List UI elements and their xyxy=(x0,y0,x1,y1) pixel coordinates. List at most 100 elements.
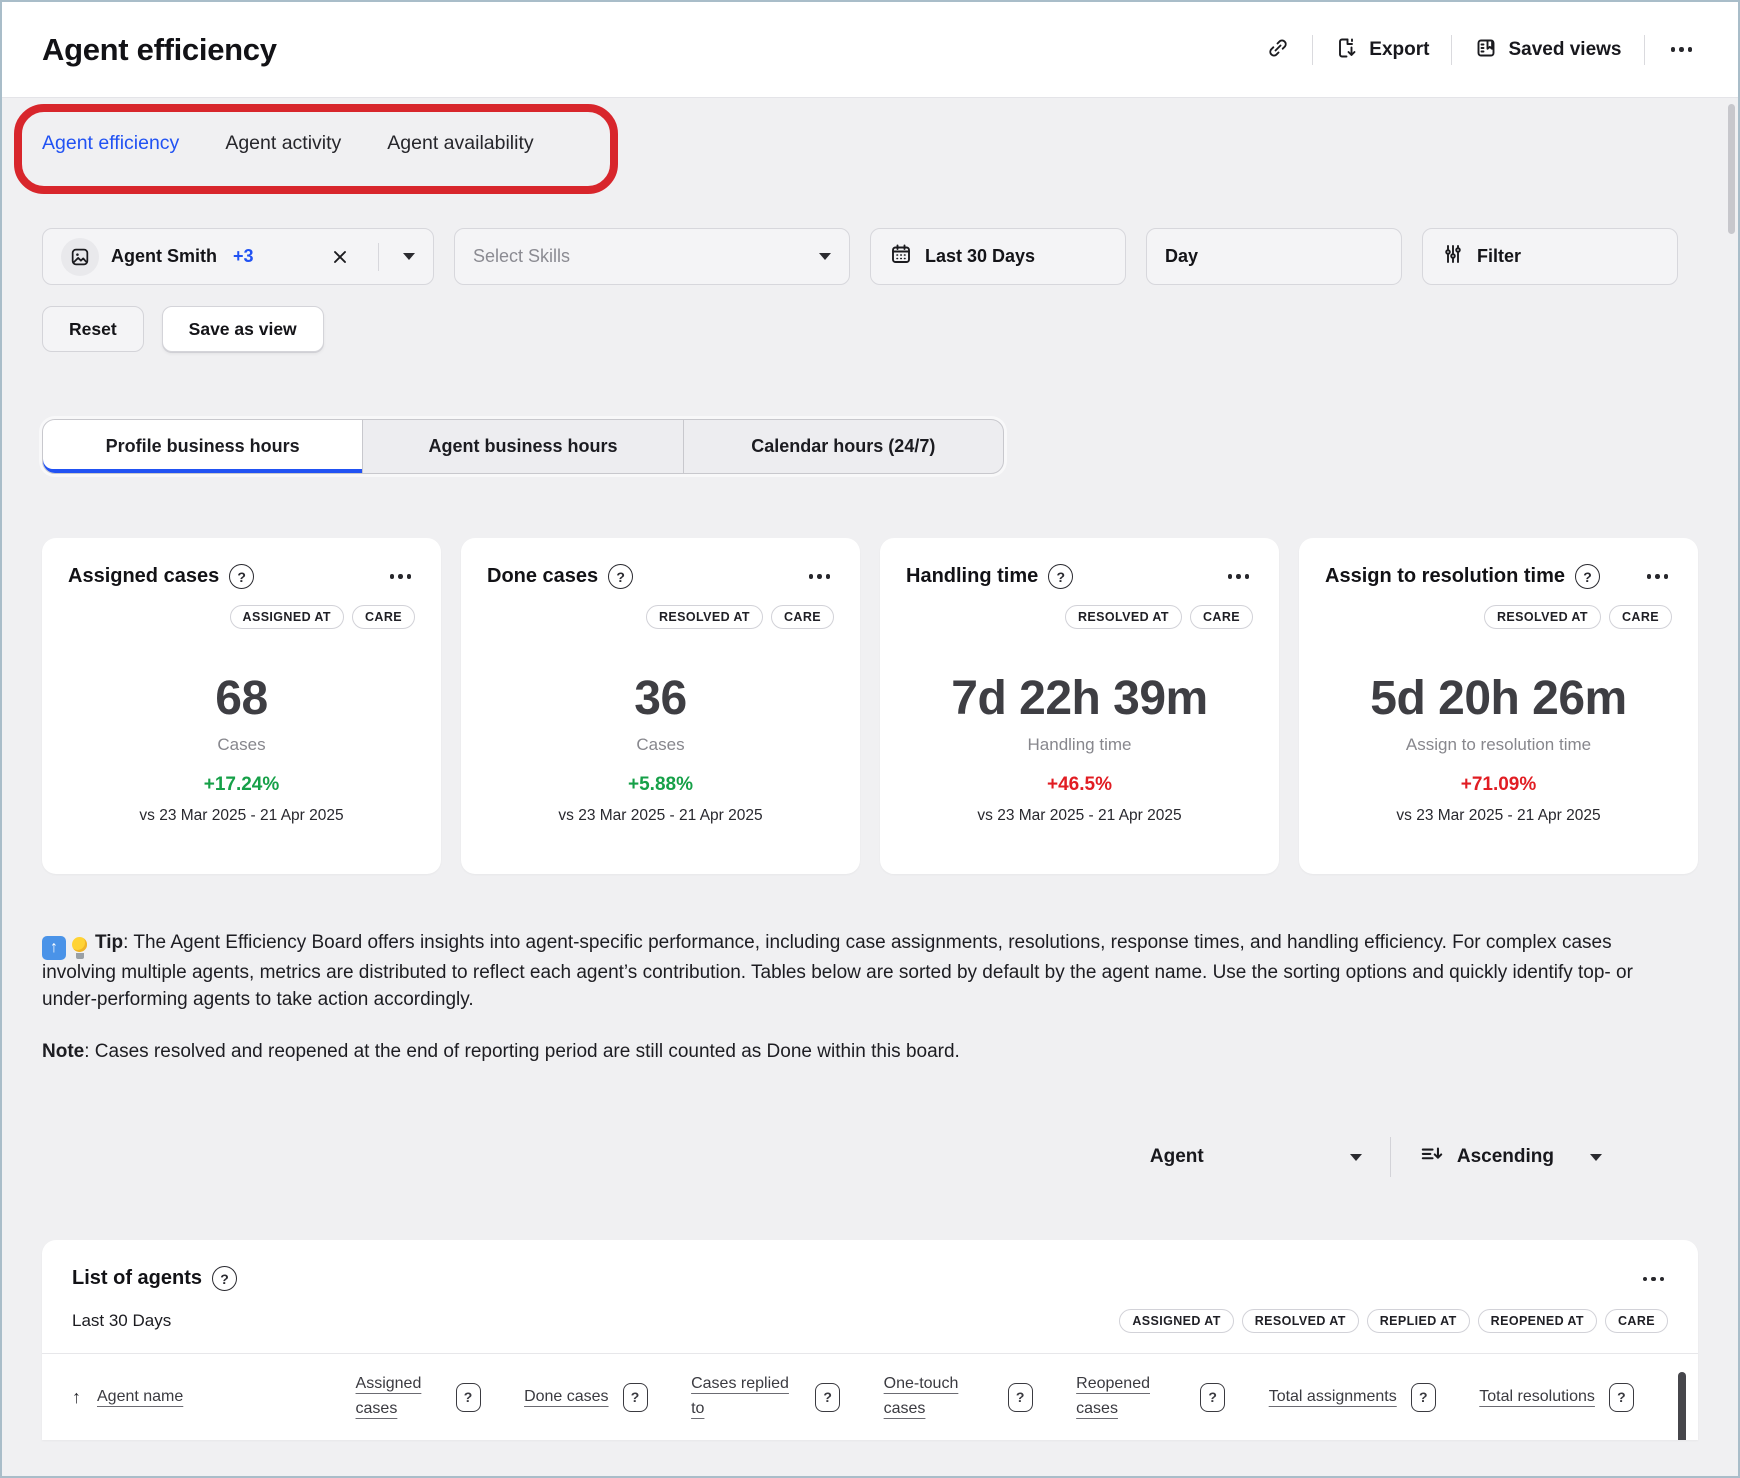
metric-change: +17.24% xyxy=(68,774,415,796)
card-menu-button[interactable] xyxy=(1224,570,1254,583)
timestamp-mode-badge: REOPENED AT xyxy=(1478,1309,1597,1333)
help-icon[interactable]: ? xyxy=(608,564,633,589)
column-total-resolutions[interactable]: Total resolutions ? xyxy=(1479,1383,1634,1412)
card-menu-button[interactable] xyxy=(805,570,835,583)
sorted-ascending-icon: ↑ xyxy=(72,1387,81,1408)
help-icon[interactable]: ? xyxy=(1048,564,1073,589)
filter-button[interactable]: Filter xyxy=(1422,228,1678,285)
channel-badge: CARE xyxy=(1605,1309,1668,1333)
timestamp-mode-badge: RESOLVED AT xyxy=(1484,605,1601,629)
tab-agent-activity[interactable]: Agent activity xyxy=(225,132,341,155)
page-scrollbar-thumb[interactable] xyxy=(1728,104,1735,234)
agent-filter-value: Agent Smith xyxy=(111,246,217,267)
card-menu-button[interactable] xyxy=(386,570,416,583)
top-bar: Agent efficiency Export xyxy=(2,2,1738,98)
save-as-view-button[interactable]: Save as view xyxy=(162,306,324,352)
note-label: Note xyxy=(42,1041,84,1062)
table-menu-button[interactable] xyxy=(1639,1273,1669,1286)
timestamp-mode-badge: ASSIGNED AT xyxy=(1119,1309,1233,1333)
copy-link-button[interactable] xyxy=(1266,36,1290,63)
chevron-down-icon xyxy=(1590,1154,1602,1161)
table-sort-controls: Agent Ascending xyxy=(42,1137,1698,1177)
page-title: Agent efficiency xyxy=(42,32,277,68)
tab-agent-business-hours[interactable]: Agent business hours xyxy=(362,420,682,473)
tab-agent-efficiency[interactable]: Agent efficiency xyxy=(42,132,179,155)
active-tab-underline xyxy=(42,190,202,193)
help-icon[interactable]: ? xyxy=(815,1383,840,1412)
metric-compare-period: vs 23 Mar 2025 - 21 Apr 2025 xyxy=(906,807,1253,825)
table-scrollbar-thumb[interactable] xyxy=(1678,1372,1686,1440)
filter-label: Filter xyxy=(1477,246,1521,267)
help-icon[interactable]: ? xyxy=(1609,1383,1634,1412)
note-text: : Cases resolved and reopened at the end… xyxy=(84,1041,960,1062)
agent-filter-chip[interactable]: Agent Smith +3 xyxy=(42,228,434,285)
table-title: List of agents xyxy=(72,1267,202,1290)
export-icon xyxy=(1335,36,1359,63)
chevron-down-icon[interactable] xyxy=(403,253,415,260)
column-label: One-touch cases xyxy=(884,1372,994,1422)
column-one-touch-cases[interactable]: One-touch cases ? xyxy=(884,1372,1033,1422)
column-assigned-cases[interactable]: Assigned cases ? xyxy=(356,1372,481,1422)
skills-placeholder: Select Skills xyxy=(473,246,570,267)
column-cases-replied-to[interactable]: Cases replied to ? xyxy=(691,1372,840,1422)
skills-select[interactable]: Select Skills xyxy=(454,228,850,285)
sort-ascending-icon xyxy=(1419,1142,1445,1173)
help-icon[interactable]: ? xyxy=(1575,564,1600,589)
help-icon[interactable]: ? xyxy=(229,564,254,589)
reset-button[interactable]: Reset xyxy=(42,306,144,352)
hours-mode-tabs: Profile business hours Agent business ho… xyxy=(42,419,1004,474)
sort-direction-selector[interactable]: Ascending xyxy=(1419,1142,1602,1173)
saved-views-icon xyxy=(1474,36,1498,63)
tab-profile-business-hours[interactable]: Profile business hours xyxy=(43,420,362,473)
card-done-cases: Done cases ? RESOLVED AT CARE 36 Cases +… xyxy=(461,538,860,874)
metric-change: +5.88% xyxy=(487,774,834,796)
date-range-selector[interactable]: Last 30 Days xyxy=(870,228,1126,285)
sort-field-selector[interactable]: Agent xyxy=(1150,1146,1362,1168)
help-icon[interactable]: ? xyxy=(1200,1383,1225,1412)
clear-agent-filter-icon[interactable] xyxy=(326,243,354,271)
channel-badge: CARE xyxy=(1190,605,1253,629)
card-menu-button[interactable] xyxy=(1643,570,1673,583)
metric-unit: Handling time xyxy=(906,735,1253,755)
help-icon[interactable]: ? xyxy=(1411,1383,1436,1412)
column-agent-name[interactable]: ↑ Agent name xyxy=(72,1385,312,1410)
saved-views-label: Saved views xyxy=(1508,39,1621,61)
column-label: Done cases xyxy=(524,1385,609,1410)
chevron-down-icon xyxy=(819,253,831,260)
divider xyxy=(1644,35,1645,65)
help-icon[interactable]: ? xyxy=(212,1266,237,1291)
metric-value: 68 xyxy=(68,671,415,726)
timestamp-mode-badge: ASSIGNED AT xyxy=(230,605,344,629)
column-total-assignments[interactable]: Total assignments ? xyxy=(1269,1383,1436,1412)
help-icon[interactable]: ? xyxy=(1008,1383,1033,1412)
column-label: Total assignments xyxy=(1269,1385,1397,1410)
tip-label: Tip xyxy=(95,932,123,953)
up-arrow-emoji: ↑ xyxy=(42,936,66,960)
more-options-button[interactable] xyxy=(1667,43,1697,56)
granularity-selector[interactable]: Day xyxy=(1146,228,1402,285)
filter-actions: Reset Save as view xyxy=(42,306,1698,352)
column-reopened-cases[interactable]: Reopened cases ? xyxy=(1076,1372,1225,1422)
metric-compare-period: vs 23 Mar 2025 - 21 Apr 2025 xyxy=(487,807,834,825)
saved-views-button[interactable]: Saved views xyxy=(1474,36,1621,63)
export-button[interactable]: Export xyxy=(1335,36,1429,63)
metric-value: 5d 20h 26m xyxy=(1325,671,1672,726)
agent-extra-count-badge: +3 xyxy=(233,246,254,267)
help-icon[interactable]: ? xyxy=(456,1383,481,1412)
channel-badge: CARE xyxy=(1609,605,1672,629)
export-label: Export xyxy=(1369,39,1429,61)
table-badges: ASSIGNED AT RESOLVED AT REPLIED AT REOPE… xyxy=(1119,1309,1668,1333)
tip-text: : The Agent Efficiency Board offers insi… xyxy=(42,932,1633,1010)
help-icon[interactable]: ? xyxy=(623,1383,648,1412)
filter-row: Agent Smith +3 Select Skills Last 30 Da xyxy=(42,228,1698,285)
card-title: Handling time xyxy=(906,565,1038,588)
tip-paragraph: ↑ Tip: The Agent Efficiency Board offers … xyxy=(42,930,1682,1014)
card-title: Assign to resolution time xyxy=(1325,565,1565,588)
tab-agent-availability[interactable]: Agent availability xyxy=(387,132,533,155)
card-title: Assigned cases xyxy=(68,565,219,588)
column-done-cases[interactable]: Done cases ? xyxy=(524,1383,648,1412)
card-assign-to-resolution-time: Assign to resolution time ? RESOLVED AT … xyxy=(1299,538,1698,874)
metric-change: +46.5% xyxy=(906,774,1253,796)
calendar-icon xyxy=(889,242,913,271)
tab-calendar-hours[interactable]: Calendar hours (24/7) xyxy=(683,420,1003,473)
